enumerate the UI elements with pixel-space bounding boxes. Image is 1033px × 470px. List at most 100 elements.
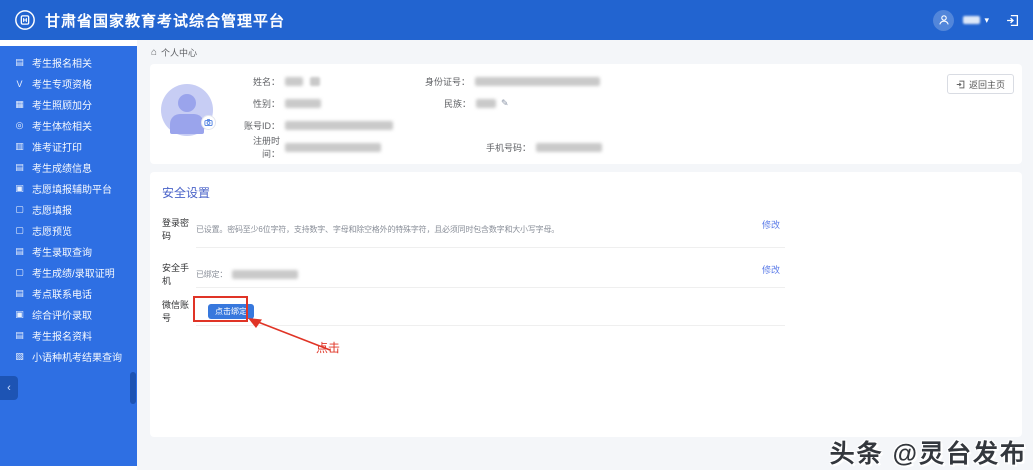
sidebar-item-baoming-ziliao[interactable]: ▤ 考生报名资料 bbox=[0, 325, 137, 346]
user-menu[interactable]: ▾ bbox=[963, 14, 989, 25]
header-right: ▾ bbox=[933, 9, 1019, 31]
platform-logo-icon bbox=[15, 10, 35, 30]
card-icon: ▦ bbox=[15, 99, 24, 109]
sidebar-item-zhunkaozheng[interactable]: ▥ 准考证打印 bbox=[0, 136, 137, 157]
sidebar-item-luqu-zhengming[interactable]: ▢ 考生成绩/录取证明 bbox=[0, 262, 137, 283]
edit-pencil-icon[interactable]: ✎ bbox=[501, 98, 509, 109]
sidebar-item-label: 志愿预览 bbox=[32, 227, 72, 238]
sidebar-item-zhiyuan-fuzhu[interactable]: ▣ 志愿填报辅助平台 bbox=[0, 178, 137, 199]
sidebar-item-label: 考生报名相关 bbox=[32, 59, 92, 70]
search-icon: ▤ bbox=[15, 246, 24, 256]
gender-value-redacted bbox=[285, 98, 321, 108]
exit-icon bbox=[956, 80, 965, 88]
sidebar-menu: ▤ 考生报名相关 V 考生专项资格 ▦ 考生照顾加分 ◎ 考生体检相关 ▥ 准考… bbox=[0, 46, 137, 367]
login-password-row: 登录密码 已设置。密码至少6位字符，支持数字、字母和除空格外的特殊字符，且必须同… bbox=[162, 216, 785, 242]
id-number-label: 身份证号： bbox=[424, 76, 470, 87]
sidebar-item-luqu-chaxun[interactable]: ▤ 考生录取查询 bbox=[0, 241, 137, 262]
sidebar-item-chengji-xinxi[interactable]: ▤ 考生成绩信息 bbox=[0, 157, 137, 178]
field-gender: 性别： bbox=[236, 97, 321, 110]
logout-icon[interactable] bbox=[1006, 14, 1019, 27]
sidebar: ▤ 考生报名相关 V 考生专项资格 ▦ 考生照顾加分 ◎ 考生体检相关 ▥ 准考… bbox=[0, 46, 137, 466]
breadcrumb-label: 个人中心 bbox=[161, 48, 198, 58]
preview-icon: ▢ bbox=[15, 225, 24, 235]
sidebar-item-zhuanxiang-zige[interactable]: V 考生专项资格 bbox=[0, 73, 137, 94]
back-home-button[interactable]: 返回主页 bbox=[946, 74, 1014, 94]
user-avatar-icon[interactable] bbox=[933, 9, 955, 31]
id-number-value-redacted bbox=[475, 76, 600, 86]
annotation-click-label: 点击 bbox=[316, 341, 341, 355]
sidebar-item-label: 准考证打印 bbox=[32, 143, 82, 154]
name-label: 姓名： bbox=[252, 76, 280, 87]
health-icon: ◎ bbox=[15, 120, 24, 130]
form-icon: ▤ bbox=[15, 57, 24, 67]
sidebar-scrollbar[interactable] bbox=[130, 372, 136, 404]
sidebar-item-label: 考生报名资料 bbox=[32, 332, 92, 343]
sidebar-item-label: 综合评价录取 bbox=[32, 311, 92, 322]
sidebar-item-tijian[interactable]: ◎ 考生体检相关 bbox=[0, 115, 137, 136]
sidebar-item-label: 考生成绩/录取证明 bbox=[32, 269, 115, 280]
ethnicity-value-redacted bbox=[476, 98, 496, 108]
app-title: 甘肃省国家教育考试综合管理平台 bbox=[45, 12, 286, 30]
phone-value-redacted bbox=[536, 142, 602, 152]
field-id-number: 身份证号： bbox=[380, 75, 600, 88]
result-icon: ▧ bbox=[15, 351, 24, 361]
wechat-bind-button[interactable]: 点击绑定 bbox=[208, 303, 254, 319]
avatar bbox=[161, 84, 216, 136]
wechat-account-row: 微信账号 点击绑定 bbox=[162, 298, 785, 324]
field-account-id: 账号ID： bbox=[236, 119, 393, 132]
secure-phone-row: 安全手机 已绑定： bbox=[162, 261, 785, 287]
sidebar-collapse-handle[interactable]: ‹ bbox=[0, 376, 18, 400]
sidebar-item-label: 考点联系电话 bbox=[32, 290, 92, 301]
sidebar-item-kaodian-dianhua[interactable]: ▤ 考点联系电话 bbox=[0, 283, 137, 304]
phone-icon: ▤ bbox=[15, 288, 24, 298]
back-home-label: 返回主页 bbox=[968, 79, 1005, 90]
modify-password-link[interactable]: 修改 bbox=[762, 218, 780, 231]
name-value-redacted bbox=[310, 76, 320, 86]
score-icon: ▤ bbox=[15, 162, 24, 172]
modify-phone-link[interactable]: 修改 bbox=[762, 263, 780, 276]
chevron-down-icon: ▾ bbox=[984, 14, 989, 25]
avatar-body bbox=[170, 114, 204, 134]
assist-icon: ▣ bbox=[15, 183, 24, 193]
sidebar-item-zonghe-pingjia[interactable]: ▣ 综合评价录取 bbox=[0, 304, 137, 325]
sidebar-item-zhiyuan-tianbao[interactable]: ▢ 志愿填报 bbox=[0, 199, 137, 220]
sidebar-item-kaosheng-baoming[interactable]: ▤ 考生报名相关 bbox=[0, 52, 137, 73]
sidebar-item-label: 志愿填报辅助平台 bbox=[32, 185, 112, 196]
name-value-redacted bbox=[285, 76, 303, 86]
avatar-head bbox=[178, 94, 196, 112]
account-id-label: 账号ID： bbox=[243, 120, 280, 131]
security-settings-title: 安全设置 bbox=[162, 186, 211, 200]
check-icon: V bbox=[16, 78, 23, 89]
sidebar-item-jieguo-chaxun[interactable]: ▧ 小语种机考结果查询 bbox=[0, 346, 137, 367]
breadcrumb: ⌂ 个人中心 bbox=[137, 40, 1033, 64]
secure-phone-desc: 已绑定： bbox=[196, 269, 228, 279]
fill-icon: ▢ bbox=[15, 204, 24, 214]
sidebar-item-zhiyuan-yulan[interactable]: ▢ 志愿预览 bbox=[0, 220, 137, 241]
field-phone: 手机号码： bbox=[441, 141, 602, 154]
profile-card: 姓名： 身份证号： 性别： 民族： ✎ 账号ID： 注册时间： 手机号码： 返回… bbox=[150, 64, 1022, 164]
username-redacted bbox=[963, 16, 981, 24]
secure-phone-value-redacted bbox=[232, 269, 299, 279]
sidebar-item-label: 考生照顾加分 bbox=[32, 101, 92, 112]
app-header: 甘肃省国家教育考试综合管理平台 ▾ bbox=[0, 0, 1033, 40]
camera-upload-icon[interactable] bbox=[201, 115, 216, 130]
register-time-value-redacted bbox=[285, 142, 381, 152]
phone-label: 手机号码： bbox=[485, 142, 531, 153]
field-register-time: 注册时间： bbox=[236, 134, 381, 160]
profile-fields: 姓名： 身份证号： 性别： 民族： ✎ 账号ID： 注册时间： 手机号码： bbox=[236, 70, 796, 160]
person-icon bbox=[939, 15, 949, 25]
home-icon: ⌂ bbox=[151, 47, 158, 58]
login-password-desc: 已设置。密码至少6位字符，支持数字、字母和除空格外的特殊字符，且必须同时包含数字… bbox=[196, 224, 560, 234]
login-password-label: 登录密码 bbox=[162, 218, 190, 241]
sidebar-item-label: 考生专项资格 bbox=[32, 80, 92, 91]
certificate-icon: ▢ bbox=[15, 267, 24, 277]
sidebar-item-label: 志愿填报 bbox=[32, 206, 72, 217]
sidebar-item-zhaogu-jiafen[interactable]: ▦ 考生照顾加分 bbox=[0, 94, 137, 115]
ethnicity-label: 民族： bbox=[443, 98, 471, 109]
sidebar-item-label: 考生成绩信息 bbox=[32, 164, 92, 175]
divider bbox=[196, 287, 785, 288]
sidebar-item-label: 小语种机考结果查询 bbox=[32, 353, 122, 364]
divider bbox=[196, 325, 785, 326]
register-time-label: 注册时间： bbox=[252, 136, 280, 159]
main-area: ⌂ 个人中心 姓名： 身份证号： 性别： 民族： ✎ 账号ID： 注册时间： 手… bbox=[137, 40, 1033, 470]
